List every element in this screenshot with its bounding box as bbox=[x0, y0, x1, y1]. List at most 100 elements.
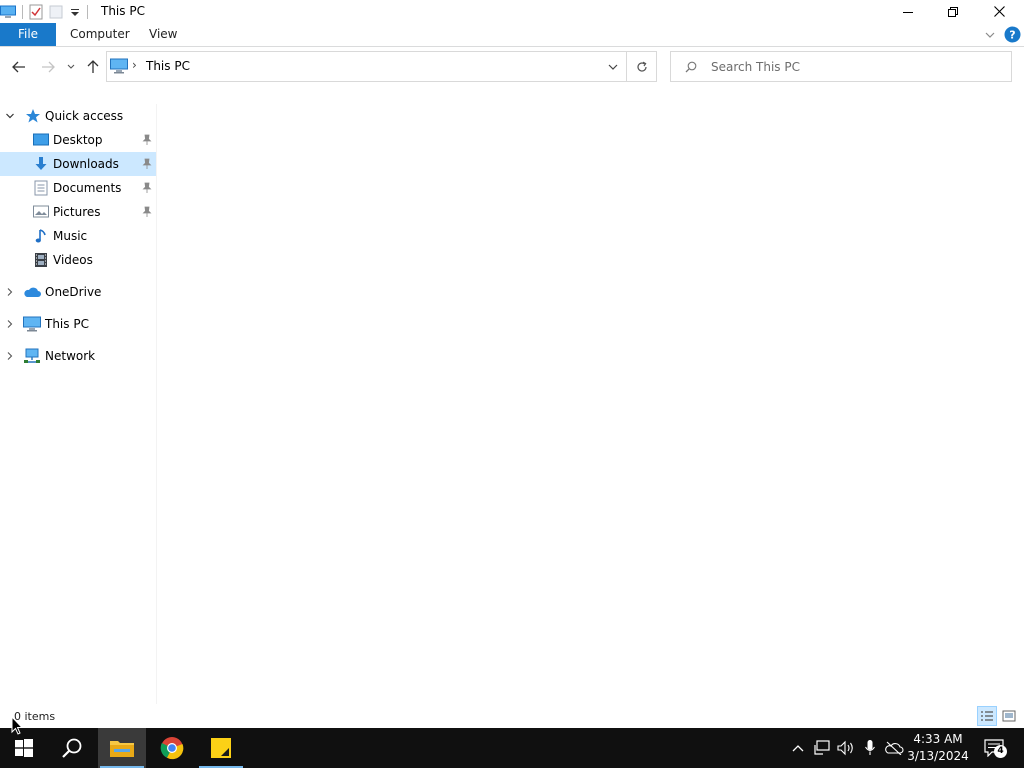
restore-button[interactable] bbox=[930, 0, 976, 23]
close-icon bbox=[993, 6, 1005, 17]
large-icons-view-button[interactable] bbox=[999, 706, 1019, 726]
navigation-bar: › This PC bbox=[0, 47, 1024, 87]
this-pc-icon bbox=[110, 58, 128, 74]
search-taskbar-button[interactable] bbox=[48, 728, 96, 768]
status-bar: 0 items bbox=[0, 706, 1024, 728]
microphone-tray-button[interactable] bbox=[860, 738, 880, 758]
nav-item-documents[interactable]: Documents bbox=[0, 176, 156, 200]
up-button[interactable] bbox=[82, 56, 104, 78]
taskbar: 4:33 AM 3/13/2024 4 bbox=[0, 728, 1024, 768]
tab-computer[interactable]: Computer bbox=[70, 23, 130, 46]
nav-item-label: Music bbox=[53, 229, 88, 243]
pin-icon[interactable] bbox=[141, 134, 153, 146]
address-history-dropdown-icon[interactable] bbox=[607, 61, 619, 73]
show-hidden-icons-button[interactable] bbox=[788, 738, 808, 758]
restore-icon bbox=[948, 6, 958, 17]
refresh-button[interactable] bbox=[627, 51, 657, 82]
close-button[interactable] bbox=[976, 0, 1022, 23]
pin-icon[interactable] bbox=[141, 206, 153, 218]
customize-toolbar-dropdown-icon[interactable] bbox=[69, 6, 81, 18]
network-status-icon bbox=[814, 740, 830, 755]
pin-icon[interactable] bbox=[141, 182, 153, 194]
refresh-icon bbox=[636, 61, 647, 72]
app-icon[interactable] bbox=[0, 5, 16, 19]
search-input[interactable] bbox=[711, 58, 1001, 76]
nav-item-label: Pictures bbox=[53, 205, 101, 219]
start-button[interactable] bbox=[0, 728, 48, 768]
chrome-taskbar-button[interactable] bbox=[148, 728, 196, 768]
tab-view[interactable]: View bbox=[149, 23, 177, 46]
nav-item-downloads[interactable]: Downloads bbox=[0, 152, 156, 176]
music-note-icon bbox=[32, 227, 50, 245]
breadcrumb-separator[interactable]: › bbox=[132, 58, 137, 72]
window-title: This PC bbox=[101, 4, 145, 18]
network-icon bbox=[23, 347, 41, 365]
collapsed-chevron-icon[interactable] bbox=[4, 286, 16, 298]
clock-date: 3/13/2024 bbox=[907, 749, 969, 763]
details-view-button[interactable] bbox=[977, 706, 997, 726]
onedrive-tray-button[interactable] bbox=[884, 738, 904, 758]
star-icon bbox=[24, 107, 42, 125]
up-arrow-icon bbox=[87, 60, 99, 73]
properties-icon[interactable] bbox=[29, 4, 43, 20]
mouse-cursor-icon bbox=[11, 716, 23, 735]
content-area[interactable] bbox=[158, 88, 1024, 706]
clock-time: 4:33 AM bbox=[913, 732, 963, 746]
pin-icon[interactable] bbox=[141, 158, 153, 170]
monitor-icon bbox=[23, 315, 41, 333]
volume-tray-button[interactable] bbox=[836, 738, 856, 758]
collapsed-chevron-icon[interactable] bbox=[4, 318, 16, 330]
sticky-notes-icon bbox=[211, 738, 231, 758]
documents-icon bbox=[32, 179, 50, 197]
nav-item-label: Desktop bbox=[53, 133, 103, 147]
quick-access-toolbar bbox=[0, 3, 94, 21]
nav-item-label: This PC bbox=[45, 317, 89, 331]
tab-file[interactable]: File bbox=[0, 23, 56, 46]
nav-item-pictures[interactable]: Pictures bbox=[0, 200, 156, 224]
nav-item-music[interactable]: Music bbox=[0, 224, 156, 248]
file-explorer-taskbar-button[interactable] bbox=[98, 728, 146, 768]
nav-item-this-pc[interactable]: This PC bbox=[0, 312, 156, 336]
nav-item-desktop[interactable]: Desktop bbox=[0, 128, 156, 152]
sticky-notes-taskbar-button[interactable] bbox=[197, 728, 245, 768]
forward-button[interactable] bbox=[37, 56, 59, 78]
nav-item-quick-access[interactable]: Quick access bbox=[0, 104, 156, 128]
help-icon[interactable]: ? bbox=[1004, 26, 1021, 43]
nav-item-onedrive[interactable]: OneDrive bbox=[0, 280, 156, 304]
nav-item-videos[interactable]: Videos bbox=[0, 248, 156, 272]
network-tray-button[interactable] bbox=[812, 738, 832, 758]
action-center-button[interactable]: 4 bbox=[982, 737, 1007, 759]
nav-item-network[interactable]: Network bbox=[0, 344, 156, 368]
minimize-button[interactable] bbox=[885, 0, 931, 23]
title-bar: This PC bbox=[0, 0, 1024, 23]
search-icon bbox=[685, 61, 697, 73]
recent-locations-button[interactable] bbox=[62, 56, 80, 78]
chevron-down-icon bbox=[67, 64, 75, 69]
download-arrow-icon bbox=[32, 155, 50, 173]
back-button[interactable] bbox=[8, 56, 30, 78]
pane-divider[interactable] bbox=[156, 104, 157, 704]
address-bar[interactable]: › This PC bbox=[106, 51, 627, 82]
breadcrumb-this-pc[interactable]: This PC bbox=[146, 59, 190, 73]
search-icon bbox=[62, 738, 82, 758]
nav-item-label: Downloads bbox=[53, 157, 119, 171]
details-view-icon bbox=[981, 711, 993, 721]
expanded-chevron-icon[interactable] bbox=[4, 110, 16, 122]
microphone-icon bbox=[865, 740, 875, 755]
notification-count-badge: 4 bbox=[994, 745, 1007, 758]
nav-item-label: Quick access bbox=[45, 109, 124, 123]
forward-arrow-icon bbox=[42, 61, 55, 73]
folder-icon bbox=[110, 741, 134, 757]
navigation-pane: Quick access Desktop Downloads Documents… bbox=[0, 104, 157, 704]
collapsed-chevron-icon[interactable] bbox=[4, 350, 16, 362]
large-icons-view-icon bbox=[1002, 710, 1016, 722]
taskbar-clock[interactable]: 4:33 AM 3/13/2024 bbox=[905, 731, 971, 765]
new-folder-icon[interactable] bbox=[49, 4, 63, 20]
nav-item-label: Network bbox=[45, 349, 96, 363]
speaker-icon bbox=[837, 740, 853, 756]
search-box[interactable] bbox=[670, 51, 1012, 82]
back-arrow-icon bbox=[12, 61, 25, 73]
expand-ribbon-chevron-icon[interactable] bbox=[984, 29, 996, 41]
video-film-icon bbox=[32, 251, 50, 269]
chevron-up-icon bbox=[792, 745, 804, 752]
